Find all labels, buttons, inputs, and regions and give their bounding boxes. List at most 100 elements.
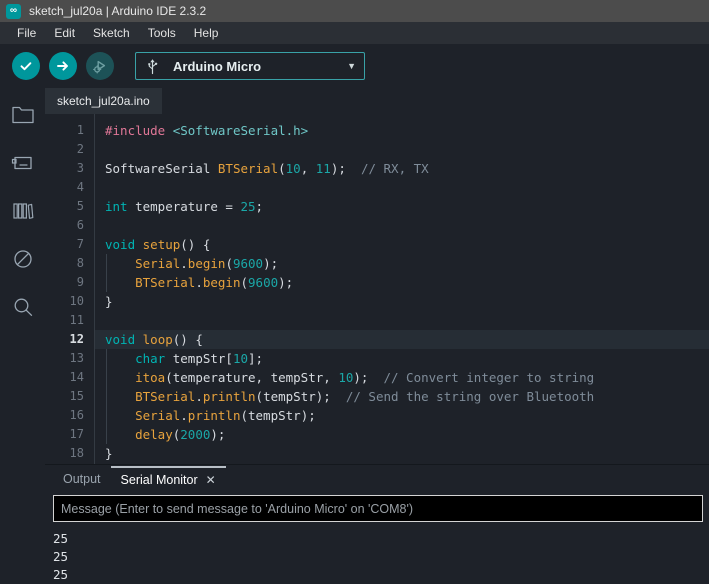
code-line[interactable]: SoftwareSerial BTSerial(10, 11); // RX, … bbox=[95, 159, 709, 178]
line-number: 1 bbox=[76, 123, 84, 137]
line-number: 2 bbox=[76, 142, 84, 156]
board-selector[interactable]: Arduino Micro ▼ bbox=[135, 52, 365, 80]
code-token: setup bbox=[142, 237, 181, 252]
line-number: 13 bbox=[69, 351, 84, 365]
board-manager-icon bbox=[11, 156, 32, 170]
close-icon[interactable]: ✕ bbox=[206, 473, 216, 487]
line-number: 5 bbox=[76, 199, 84, 213]
serial-output-line: 25 bbox=[53, 549, 69, 564]
code-line[interactable]: char tempStr[10]; bbox=[95, 349, 709, 368]
code-editor[interactable]: 1 2 3 4 5 6 7 8 9 10 11 12 13 14 15 16 17 18 #include <So… bbox=[45, 114, 709, 464]
line-number: 18 bbox=[69, 446, 84, 460]
code-line[interactable]: void loop() { bbox=[95, 330, 709, 349]
code-line[interactable]: } bbox=[95, 292, 709, 311]
code-line[interactable]: } bbox=[95, 444, 709, 463]
code-token: delay bbox=[135, 427, 173, 442]
code-token: 10 bbox=[232, 351, 249, 366]
upload-button[interactable] bbox=[49, 52, 77, 80]
code-line[interactable] bbox=[95, 311, 709, 330]
editor-column: sketch_jul20a.ino 1 2 3 4 5 6 7 8 9 10 11 12 13 14 15 1… bbox=[45, 88, 709, 584]
code-line[interactable]: BTSerial.println(tempStr); // Send the s… bbox=[95, 387, 709, 406]
code-token: println bbox=[202, 389, 256, 404]
code-token: (tempStr); bbox=[240, 408, 316, 423]
code-token: ); bbox=[330, 161, 361, 176]
line-number: 6 bbox=[76, 218, 84, 232]
line-number: 14 bbox=[69, 370, 84, 384]
line-number: 15 bbox=[69, 389, 84, 403]
menu-bar: File Edit Sketch Tools Help bbox=[0, 22, 709, 44]
code-token: ( bbox=[278, 161, 286, 176]
sidebar-item-search[interactable] bbox=[8, 292, 38, 322]
search-icon bbox=[14, 298, 32, 316]
serial-output-line: 25 bbox=[53, 531, 69, 546]
menu-item-help[interactable]: Help bbox=[185, 24, 228, 42]
line-number: 10 bbox=[69, 294, 84, 308]
code-token: void bbox=[105, 332, 136, 347]
editor-tab-sketch[interactable]: sketch_jul20a.ino bbox=[45, 88, 162, 114]
code-token: (tempStr); bbox=[255, 389, 346, 404]
code-token: // Convert integer to string bbox=[383, 370, 595, 385]
code-line[interactable]: Serial.println(tempStr); bbox=[95, 406, 709, 425]
arduino-logo-glyph: ∞ bbox=[9, 5, 18, 16]
code-line[interactable]: void setup() { bbox=[95, 235, 709, 254]
code-token: // Send the string over Bluetooth bbox=[345, 389, 595, 404]
code-token: SoftwareSerial bbox=[105, 161, 218, 176]
bottom-tab-bar: Output Serial Monitor ✕ bbox=[45, 465, 709, 491]
tab-output-label: Output bbox=[63, 471, 101, 486]
line-number: 4 bbox=[76, 180, 84, 194]
sidebar-item-sketchbook[interactable] bbox=[8, 100, 38, 130]
code-token: ( bbox=[225, 256, 233, 271]
menu-item-edit[interactable]: Edit bbox=[45, 24, 84, 42]
code-token: . bbox=[180, 408, 188, 423]
code-line[interactable]: #include <SoftwareSerial.h> bbox=[95, 121, 709, 140]
code-token: 9600 bbox=[232, 256, 264, 271]
code-token: (temperature, tempStr, bbox=[165, 370, 339, 385]
code-token: ); bbox=[278, 275, 294, 290]
code-token: println bbox=[187, 408, 241, 423]
code-line[interactable]: delay(2000); bbox=[95, 425, 709, 444]
sidebar-item-debug[interactable] bbox=[8, 244, 38, 274]
code-line[interactable] bbox=[95, 216, 709, 235]
title-bar: ∞ sketch_jul20a | Arduino IDE 2.3.2 bbox=[0, 0, 709, 22]
code-line[interactable] bbox=[95, 178, 709, 197]
code-token: loop bbox=[142, 332, 173, 347]
usb-icon bbox=[146, 58, 160, 75]
line-number: 16 bbox=[69, 408, 84, 422]
line-number: 17 bbox=[69, 427, 84, 441]
arduino-logo-icon: ∞ bbox=[6, 3, 21, 19]
menu-item-file[interactable]: File bbox=[8, 24, 45, 42]
code-line[interactable]: BTSerial.begin(9600); bbox=[95, 273, 709, 292]
code-token: 9600 bbox=[248, 275, 279, 290]
menu-item-sketch[interactable]: Sketch bbox=[84, 24, 139, 42]
code-line[interactable] bbox=[95, 140, 709, 159]
checkmark-icon bbox=[20, 62, 32, 71]
code-token: #include bbox=[105, 123, 173, 138]
line-number: 12 bbox=[69, 332, 84, 346]
code-token: temperature = bbox=[127, 199, 241, 214]
tab-serial-monitor[interactable]: Serial Monitor ✕ bbox=[110, 466, 226, 491]
code-token: Serial bbox=[135, 256, 181, 271]
debug-button[interactable] bbox=[86, 52, 114, 80]
verify-button[interactable] bbox=[12, 52, 40, 80]
line-number: 7 bbox=[76, 237, 84, 251]
serial-message-input[interactable]: Message (Enter to send message to 'Ardui… bbox=[53, 495, 703, 522]
code-token: . bbox=[195, 389, 203, 404]
code-line[interactable]: int temperature = 25; bbox=[95, 197, 709, 216]
code-line[interactable]: itoa(temperature, tempStr, 10); // Conve… bbox=[95, 368, 709, 387]
code-token: tempStr[ bbox=[165, 351, 233, 366]
tab-output[interactable]: Output bbox=[53, 466, 111, 491]
sidebar-item-boards-manager[interactable] bbox=[8, 148, 38, 178]
code-token: 2000 bbox=[180, 427, 211, 442]
sidebar-item-library-manager[interactable] bbox=[8, 196, 38, 226]
menu-item-tools[interactable]: Tools bbox=[139, 24, 185, 42]
code-line[interactable]: Serial.begin(9600); bbox=[95, 254, 709, 273]
line-number: 3 bbox=[76, 161, 84, 175]
code-area[interactable]: #include <SoftwareSerial.h> SoftwareSeri… bbox=[95, 114, 709, 464]
